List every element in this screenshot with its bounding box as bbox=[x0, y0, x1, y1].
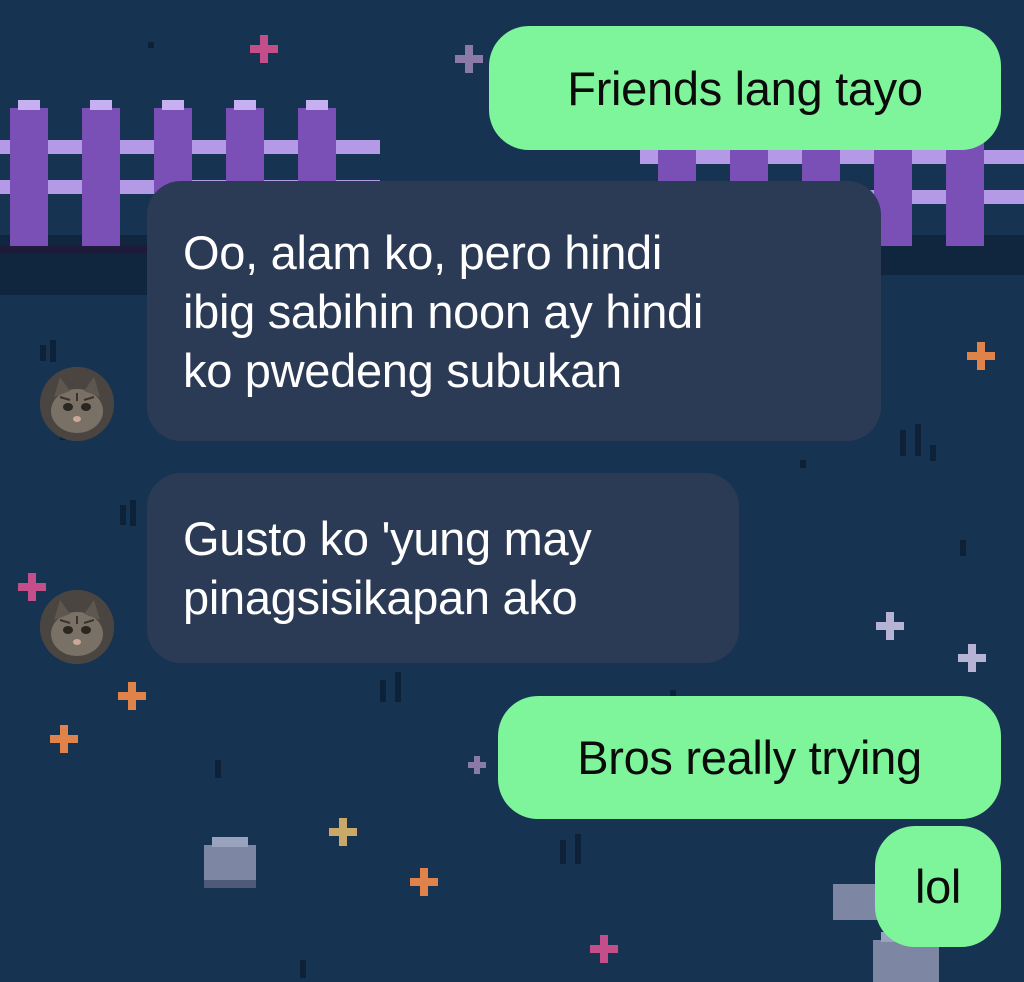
message-bubble-incoming[interactable]: Gusto ko 'yung may pinagsisikapan ako bbox=[147, 473, 739, 663]
message-text: Bros really trying bbox=[577, 731, 922, 784]
message-text: Friends lang tayo bbox=[567, 61, 923, 115]
message-bubble-outgoing[interactable]: lol bbox=[875, 826, 1001, 947]
message-line: pinagsisikapan ako bbox=[183, 571, 578, 624]
message-text: lol bbox=[914, 860, 962, 913]
contact-avatar[interactable] bbox=[40, 590, 114, 664]
message-bubble-outgoing[interactable]: Bros really trying bbox=[498, 696, 1001, 819]
message-line: Gusto ko 'yung may bbox=[183, 512, 592, 565]
cat-avatar-icon bbox=[40, 367, 114, 441]
message-bubble-incoming[interactable]: Oo, alam ko, pero hindi ibig sabihin noo… bbox=[147, 181, 881, 441]
message-bubble-outgoing[interactable]: Friends lang tayo bbox=[489, 26, 1001, 150]
message-line: ko pwedeng subukan bbox=[183, 343, 622, 397]
contact-avatar[interactable] bbox=[40, 367, 114, 441]
message-line: ibig sabihin noon ay hindi bbox=[183, 284, 704, 338]
message-line: Oo, alam ko, pero hindi bbox=[183, 225, 663, 279]
cat-avatar-icon bbox=[40, 590, 114, 664]
